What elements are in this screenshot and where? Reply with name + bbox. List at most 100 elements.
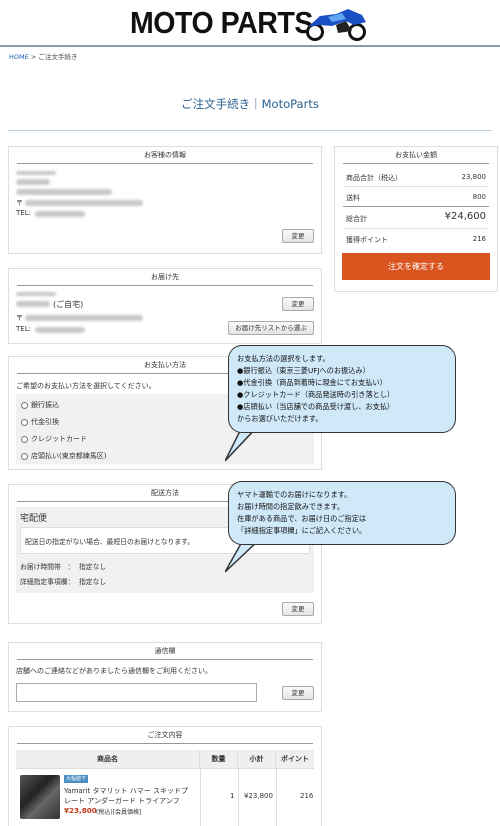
callout-line: お届け時間の指定飲みできます。 [237, 502, 345, 511]
shipping-help-callout: ヤマト運輸でのお届けになります。 お届け時間の指定飲みできます。 在庫がある商品… [228, 481, 456, 545]
payment-option-credit-card[interactable]: クレジットカード [21, 434, 87, 444]
comments-title: 通信欄 [17, 643, 313, 660]
payment-option-label: クレジットカード [31, 435, 87, 443]
header-divider [0, 45, 500, 47]
delivery-tel-label: TEL: [16, 325, 31, 333]
summary-label: 獲得ポイント [346, 236, 388, 244]
payment-option-in-store[interactable]: 店頭払い(東京都練馬区) [21, 451, 106, 461]
summary-label: 総合計 [346, 215, 367, 223]
customer-info-title: お客様の情報 [17, 147, 313, 164]
summary-row-points: 獲得ポイント 216 [343, 229, 489, 249]
col-header-product: 商品名 [16, 750, 200, 768]
callout-line: ヤマト運輸でのお届けになります。 [237, 490, 352, 499]
page-title: ご注文手続き｜MotoParts [181, 97, 319, 111]
product-subtotal: ¥23,800 [244, 792, 273, 800]
payment-option-label: 銀行振込 [31, 401, 59, 409]
callout-line: ●代金引換（商品到着時に現金にてお支払い） [237, 378, 387, 387]
site-logo[interactable]: MOTO PARTS [0, 5, 500, 41]
summary-row-subtotal: 商品合計（税込） 23,800 [343, 167, 489, 187]
shipping-method-name: 宅配便 [20, 514, 48, 524]
breadcrumb: HOME > ご注文手続き [9, 51, 77, 61]
shipping-change-button[interactable]: 変更 [282, 602, 314, 616]
summary-value: 800 [472, 193, 486, 201]
summary-label: 商品合計（税込） [346, 174, 402, 182]
logo-text: MOTO PARTS [130, 5, 313, 40]
delivery-name-kana-redacted [16, 292, 56, 296]
column-divider [276, 769, 277, 826]
summary-total-value: ¥24,600 [444, 211, 486, 222]
callout-tail-shipping [225, 540, 267, 573]
product-price-note: (税込)[会員価格] [96, 809, 142, 816]
delivery-name-suffix: (ご自宅) [53, 300, 84, 309]
radio-button[interactable] [21, 435, 28, 443]
column-divider [200, 769, 201, 826]
callout-line: ●店頭払い（当店舗での商品受け渡し、お支払） [237, 402, 395, 411]
table-row: 大幅値下 Yamarit タマリット ハマー スキッドプ レート アンダーガード… [16, 768, 314, 826]
callout-line: ●銀行振込（東京三菱UFJへのお振込み） [237, 366, 370, 375]
detail-instructions-value: 指定なし [79, 578, 107, 586]
payment-option-label: 店頭払い(東京都練馬区) [31, 452, 107, 460]
payment-option-bank-transfer[interactable]: 銀行振込 [21, 400, 59, 410]
customer-change-button[interactable]: 変更 [282, 229, 314, 243]
col-header-qty: 数量 [200, 750, 238, 768]
payment-help-callout: お支払方法の選択をします。 ●銀行振込（東京三菱UFJへのお振込み） ●代金引換… [228, 345, 456, 433]
callout-line: お支払方法の選択をします。 [237, 354, 330, 363]
customer-name-kana-redacted [16, 171, 56, 175]
summary-row-total: 総合計 ¥24,600 [343, 207, 489, 229]
delivery-tel-redacted [35, 327, 85, 333]
customer-name-redacted [16, 179, 50, 185]
customer-postal-prefix: 〒 [16, 199, 23, 207]
summary-label: 送料 [346, 194, 360, 202]
breadcrumb-current: ご注文手続き [38, 53, 78, 61]
product-points: 216 [300, 792, 314, 800]
summary-value: 216 [472, 235, 486, 243]
column-divider [238, 769, 239, 826]
delivery-address-redacted [25, 315, 143, 321]
customer-tel-redacted [35, 211, 85, 217]
product-name-line2[interactable]: レート アンダーガード トライアンフ [64, 796, 180, 806]
delivery-postal-prefix: 〒 [16, 314, 23, 322]
callout-line: 在庫がある商品で、お届け日のご指定は [237, 514, 367, 523]
customer-address-redacted [25, 200, 143, 206]
delivery-change-button[interactable]: 変更 [282, 297, 314, 311]
col-header-points: ポイント [276, 750, 314, 768]
product-name-line1[interactable]: Yamarit タマリット ハマー スキッドプ [64, 786, 188, 796]
order-contents-title: ご注文内容 [17, 727, 313, 744]
customer-tel-label: TEL: [16, 209, 31, 217]
callout-line: からお選びいただけます。 [237, 414, 323, 423]
callout-line: ●クレジットカード（商品発送時の引き落とし） [237, 390, 395, 399]
delivery-panel: お届け先 (ご自宅) 〒 TEL: 変更 お届け先リストから選ぶ [8, 268, 322, 344]
delivery-title: お届け先 [17, 269, 313, 286]
product-qty: 1 [230, 792, 235, 800]
customer-info-panel: お客様の情報 〒 TEL: 変更 [8, 146, 322, 254]
comments-input[interactable] [16, 683, 257, 702]
motorcycle-icon [306, 9, 366, 41]
breadcrumb-separator: > [30, 53, 37, 61]
delivery-time-label: お届け時間帯 ： [20, 563, 75, 571]
discount-badge: 大幅値下 [64, 775, 89, 783]
payment-option-cod[interactable]: 代金引換 [21, 417, 59, 427]
col-header-subtotal: 小計 [238, 750, 276, 768]
breadcrumb-home-link[interactable]: HOME [9, 53, 29, 61]
product-thumbnail[interactable] [20, 775, 60, 819]
customer-email-redacted [16, 189, 112, 195]
comments-change-button[interactable]: 変更 [282, 686, 314, 700]
payment-option-label: 代金引換 [31, 418, 59, 426]
radio-button[interactable] [21, 401, 28, 409]
payment-summary-title: お支払い金額 [343, 147, 489, 164]
comments-prompt: 店舗へのご連絡などがありましたら通信欄をご利用ください。 [16, 667, 212, 675]
radio-button[interactable] [21, 452, 28, 460]
delivery-time-value: 指定なし [79, 563, 107, 571]
summary-row-shipping: 送料 800 [343, 187, 489, 207]
title-divider [8, 130, 492, 131]
radio-button[interactable] [21, 418, 28, 426]
payment-prompt: ご希望のお支払い方法を選択してください。 [16, 382, 156, 390]
detail-instructions-label: 詳細指定事項欄： [20, 578, 75, 586]
confirm-order-button[interactable]: 注文を確定する [342, 253, 490, 280]
callout-line: 「詳細指定事項欄」にご記入ください。 [237, 526, 367, 535]
delivery-name-redacted [16, 301, 50, 307]
choose-delivery-list-button[interactable]: お届け先リストから選ぶ [228, 321, 314, 335]
shipping-note: 配送日の指定がない場合、最短日のお届けとなります。 [25, 538, 195, 546]
summary-value: 23,800 [461, 173, 487, 181]
product-price: ¥23,800 [64, 806, 97, 815]
